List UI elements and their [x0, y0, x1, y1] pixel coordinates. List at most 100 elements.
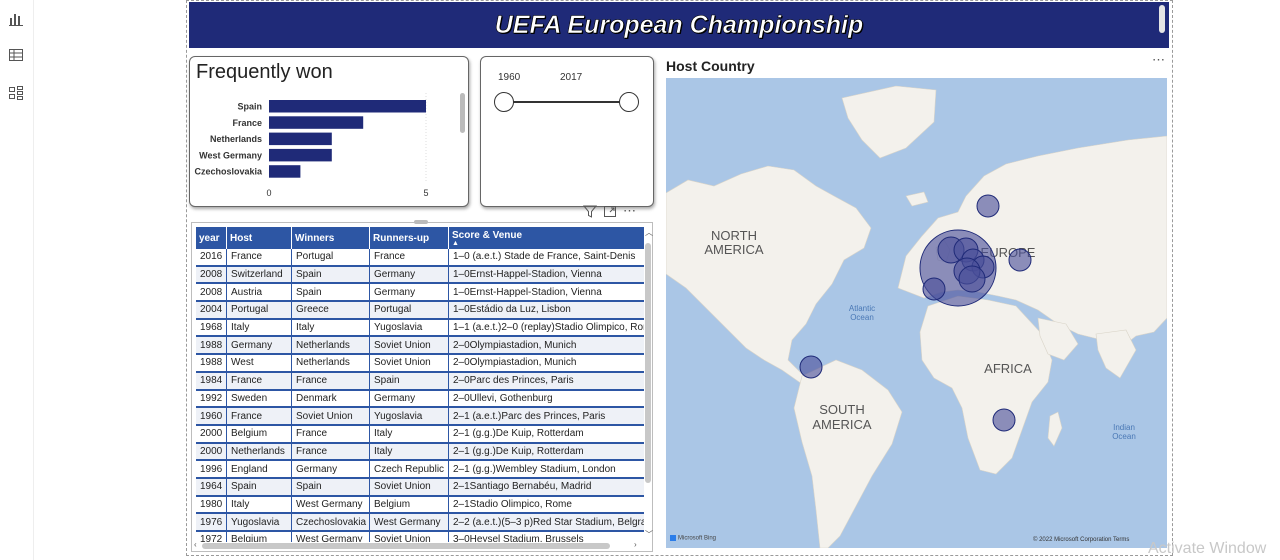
table-icon[interactable] — [8, 47, 24, 63]
cell-score-venue: 2–0Olympiastadion, Munich — [449, 355, 644, 373]
activate-windows-watermark: Activate Window — [1148, 540, 1267, 557]
cell-winners: France — [292, 425, 370, 444]
table-row[interactable]: 1972 Belgium West Germany Soviet Union 3–0He… — [196, 532, 644, 542]
table-row[interactable]: 1988 Germany Netherlands Soviet Union 2–0Oly… — [196, 337, 644, 356]
map-bubble[interactable] — [922, 277, 946, 301]
label-atlantic-1: Atlantic — [849, 304, 875, 313]
title-scrollbar[interactable] — [1159, 5, 1165, 33]
cell-winners: Czechoslovakia — [292, 514, 370, 532]
column-header-year[interactable]: year — [196, 227, 227, 249]
cell-host: Italy — [227, 496, 292, 515]
table-row[interactable]: 2000 Belgium France Italy 2–1 (g.g.)De Kuip,… — [196, 425, 644, 444]
cell-runners-up: Germany — [370, 390, 449, 409]
table-row[interactable]: 2016 France Portugal France 1–0 (a.e.t.) Sta… — [196, 249, 644, 267]
cell-host: West — [227, 355, 292, 373]
cell-winners: West Germany — [292, 532, 370, 542]
table-row[interactable]: 1992 Sweden Denmark Germany 2–0Ullevi, Gothe… — [196, 390, 644, 409]
cell-runners-up: Spain — [370, 372, 449, 391]
map-copyright[interactable]: © 2022 Microsoft Corporation Terms — [1033, 537, 1129, 543]
cell-year: 1988 — [196, 337, 227, 356]
map-more-options-icon[interactable]: ⋯ — [1152, 52, 1165, 68]
champions-table-card[interactable]: year Host Winners Runners-up Score & Ven… — [191, 220, 653, 552]
bar[interactable] — [269, 116, 364, 129]
map-bubble[interactable] — [799, 355, 823, 379]
bar[interactable] — [269, 165, 301, 178]
bar[interactable] — [269, 148, 332, 162]
score-venue-label: Score & Venue — [452, 229, 523, 241]
map-title: Host Country — [666, 58, 755, 74]
frequently-won-card[interactable]: Frequently won Spain France Netherlands Wes… — [189, 56, 469, 207]
vertical-scroll-thumb[interactable] — [645, 243, 651, 483]
cell-score-venue: 1–0 (a.e.t.) Stade de France, Saint-Deni… — [449, 249, 644, 267]
bar[interactable] — [269, 132, 332, 146]
map-bubble[interactable] — [992, 408, 1016, 432]
bar[interactable] — [269, 100, 426, 113]
table-row[interactable]: 1980 Italy West Germany Belgium 2–1Stadio Ol… — [196, 496, 644, 515]
axis-tick-label: 5 — [423, 188, 428, 198]
bar-chart-icon[interactable] — [8, 11, 24, 27]
table-row[interactable]: 2000 Netherlands France Italy 2–1 (g.g.)De K… — [196, 443, 644, 462]
focus-mode-icon[interactable] — [603, 205, 617, 218]
column-header-host[interactable]: Host — [227, 227, 292, 249]
cell-year: 1972 — [196, 532, 227, 542]
cell-year: 1984 — [196, 372, 227, 391]
scroll-left-icon[interactable]: ‹ — [194, 540, 197, 549]
bar-label: Czechoslovakia — [194, 167, 263, 177]
slider-high-handle[interactable] — [619, 92, 639, 112]
label-south-america-1: SOUTH — [819, 402, 865, 417]
cell-score-venue: 2–0Olympiastadion, Munich — [449, 337, 644, 356]
chart-scrollbar[interactable] — [460, 93, 465, 133]
cell-host: France — [227, 249, 292, 267]
map-bubble[interactable] — [1008, 248, 1032, 272]
axis-tick-label: 0 — [266, 188, 271, 198]
cell-winners: Spain — [292, 284, 370, 303]
scroll-down-icon[interactable]: ﹀ — [645, 529, 653, 540]
table-row[interactable]: 1996 England Germany Czech Republic 2–1 (g.g… — [196, 461, 644, 479]
cell-year: 1996 — [196, 461, 227, 479]
column-header-winners[interactable]: Winners — [292, 227, 370, 249]
table-vertical-scrollbar[interactable]: ︿ ﹀ — [645, 227, 653, 540]
cell-host: Spain — [227, 478, 292, 497]
model-icon[interactable] — [8, 85, 24, 101]
table-row[interactable]: 1960 France Soviet Union Yugoslavia 2–1 (a.e… — [196, 408, 644, 426]
year-slider-card[interactable]: 1960 2017 — [480, 56, 654, 207]
host-country-map[interactable]: NORTH AMERICA SOUTH AMERICA EUROPE AFRIC… — [666, 78, 1167, 548]
resize-grip[interactable] — [414, 220, 428, 224]
table-row[interactable]: 2004 Portugal Greece Portugal 1–0Estádio da … — [196, 302, 644, 320]
cell-host: Sweden — [227, 390, 292, 409]
horizontal-scroll-thumb[interactable] — [202, 543, 610, 549]
map-bubble[interactable] — [976, 194, 1000, 218]
column-header-runners-up[interactable]: Runners-up — [370, 227, 449, 249]
table-row[interactable]: 1968 Italy Italy Yugoslavia 1–1 (a.e.t.)2–0 … — [196, 319, 644, 338]
table-row[interactable]: 1976 Yugoslavia Czechoslovakia West Germany… — [196, 514, 644, 532]
bar-label: Spain — [237, 102, 262, 112]
scroll-right-icon[interactable]: › — [634, 540, 637, 549]
slider-low-handle[interactable] — [494, 92, 514, 112]
cell-score-venue: 3–0Heysel Stadium, Brussels — [449, 532, 644, 542]
bar-label: France — [232, 118, 262, 128]
cell-score-venue: 2–0Ullevi, Gothenburg — [449, 391, 644, 409]
scroll-up-icon[interactable]: ︿ — [645, 227, 653, 238]
table-row[interactable]: 1964 Spain Spain Soviet Union 2–1Santiago Be… — [196, 478, 644, 497]
table-row[interactable]: 2008 Austria Spain Germany 1–0Ernst-Happel-S… — [196, 284, 644, 303]
filter-icon[interactable] — [583, 205, 597, 218]
cell-year: 1980 — [196, 496, 227, 515]
table-row[interactable]: 2008 Switzerland Spain Germany 1–0Ernst-Hap… — [196, 266, 644, 285]
slider-min-value[interactable]: 1960 — [498, 72, 520, 83]
bar-label: Netherlands — [210, 134, 262, 144]
table-row[interactable]: 1988 West Netherlands Soviet Union 2–0Olympi… — [196, 355, 644, 373]
table-header-row: year Host Winners Runners-up Score & Ven… — [196, 227, 644, 249]
cell-host: Austria — [227, 284, 292, 303]
slider-max-value[interactable]: 2017 — [560, 72, 582, 83]
column-header-score-venue[interactable]: Score & Venue ▲ — [449, 227, 644, 249]
table-row[interactable]: 1984 France France Spain 2–0Parc des Princes… — [196, 372, 644, 391]
greenland-landmass — [841, 85, 937, 159]
more-options-icon[interactable]: ⋯ — [623, 203, 636, 219]
cell-score-venue: 1–1 (a.e.t.)2–0 (replay)Stadio Olimpico,… — [449, 320, 644, 338]
sort-ascending-icon[interactable]: ▲ — [452, 240, 644, 247]
map-bubble[interactable] — [958, 265, 986, 293]
cell-host: Belgium — [227, 532, 292, 542]
bing-logo-text: Microsoft Bing — [678, 535, 717, 542]
table-horizontal-scrollbar[interactable]: ‹ › — [194, 540, 638, 549]
slider-track[interactable] — [504, 101, 629, 103]
